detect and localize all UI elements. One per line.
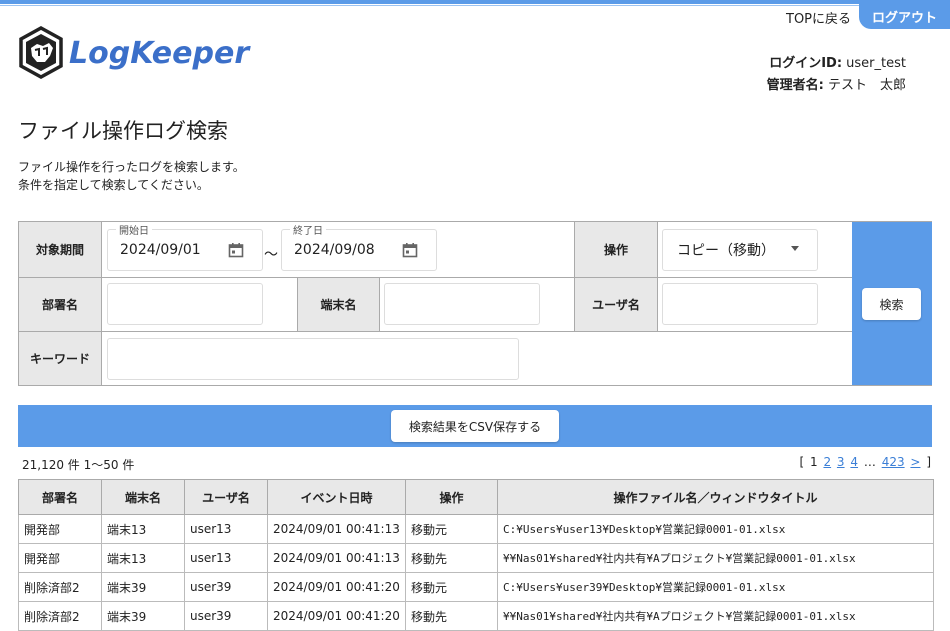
cell-operation: 移動先 bbox=[405, 601, 498, 631]
pager-last[interactable]: 423 bbox=[882, 455, 905, 469]
logo[interactable]: LogKeeper bbox=[17, 26, 317, 82]
cell-datetime: 2024/09/01 00:41:13 bbox=[267, 514, 406, 544]
operation-label: 操作 bbox=[574, 222, 658, 277]
table-row: 開発部 端末13 user13 2024/09/01 00:41:13 移動元 … bbox=[18, 514, 934, 544]
csv-save-button[interactable]: 検索結果をCSV保存する bbox=[391, 410, 559, 442]
cell-filename: ¥¥Nas01¥shared¥社内共有¥Aプロジェクト¥営業記録0001-01.… bbox=[497, 543, 934, 573]
cell-operation: 移動先 bbox=[405, 543, 498, 573]
col-header-terminal[interactable]: 端末名 bbox=[101, 479, 185, 515]
cell-dept: 開発部 bbox=[18, 514, 102, 544]
page-description: ファイル操作を行ったログを検索します。 条件を指定して検索してください。 bbox=[18, 158, 245, 194]
search-form: 対象期間 開始日 2024/09/01 ～ 終了日 2024/09/08 操作 … bbox=[18, 221, 932, 386]
description-line-2: 条件を指定して検索してください。 bbox=[18, 178, 209, 192]
login-info: ログインID: user_test 管理者名: テスト 太郎 bbox=[767, 53, 906, 97]
result-count: 21,120 件 1〜50 件 bbox=[22, 458, 135, 472]
cell-user: user39 bbox=[184, 601, 268, 631]
calendar-icon[interactable] bbox=[228, 242, 244, 258]
admin-name-value: テスト 太郎 bbox=[827, 78, 906, 93]
start-date-legend: 開始日 bbox=[116, 222, 152, 237]
cell-filename: ¥¥Nas01¥shared¥社内共有¥Aプロジェクト¥営業記録0001-01.… bbox=[497, 601, 934, 631]
col-header-datetime[interactable]: イベント日時 bbox=[267, 479, 406, 515]
terminal-input[interactable] bbox=[384, 283, 540, 325]
page-title: ファイル操作ログ検索 bbox=[18, 119, 228, 143]
cell-datetime: 2024/09/01 00:41:13 bbox=[267, 543, 406, 573]
col-header-user[interactable]: ユーザ名 bbox=[184, 479, 268, 515]
table-row: 削除済部2 端末39 user39 2024/09/01 00:41:20 移動… bbox=[18, 572, 934, 602]
row-divider bbox=[19, 331, 852, 332]
cell-datetime: 2024/09/01 00:41:20 bbox=[267, 601, 406, 631]
keyword-label: キーワード bbox=[19, 332, 102, 385]
col-header-filename[interactable]: 操作ファイル名／ウィンドウタイトル bbox=[497, 479, 934, 515]
chevron-down-icon bbox=[791, 246, 799, 251]
logout-button[interactable]: ログアウト bbox=[859, 4, 950, 29]
operation-select-value: コピー（移動） bbox=[677, 243, 775, 259]
col-header-operation[interactable]: 操作 bbox=[405, 479, 498, 515]
table-row: 開発部 端末13 user13 2024/09/01 00:41:13 移動先 … bbox=[18, 543, 934, 573]
login-id-label: ログインID: bbox=[769, 56, 843, 71]
cell-dept: 開発部 bbox=[18, 543, 102, 573]
start-date-input[interactable]: 開始日 2024/09/01 bbox=[107, 222, 263, 271]
cell-datetime: 2024/09/01 00:41:20 bbox=[267, 572, 406, 602]
table-row: 削除済部2 端末39 user39 2024/09/01 00:41:20 移動… bbox=[18, 601, 934, 631]
cell-operation: 移動元 bbox=[405, 514, 498, 544]
keyword-input[interactable] bbox=[107, 338, 519, 380]
results-table: 部署名 端末名 ユーザ名 イベント日時 操作 操作ファイル名／ウィンドウタイトル… bbox=[18, 479, 934, 631]
end-date-value: 2024/09/08 bbox=[294, 242, 375, 258]
top-accent-line-thin bbox=[0, 5, 950, 6]
pager-open: [ bbox=[799, 455, 805, 469]
col-header-dept[interactable]: 部署名 bbox=[18, 479, 102, 515]
pager-next[interactable]: > bbox=[910, 455, 920, 469]
pagination: [ 1 2 3 4 … 423 > ] bbox=[798, 455, 932, 469]
pager-current: 1 bbox=[809, 455, 818, 469]
login-id-value: user_test bbox=[846, 56, 906, 71]
brand-name: LogKeeper bbox=[69, 36, 251, 71]
terminal-label: 端末名 bbox=[297, 278, 380, 331]
cell-operation: 移動元 bbox=[405, 572, 498, 602]
cell-user: user13 bbox=[184, 514, 268, 544]
cell-terminal: 端末39 bbox=[101, 601, 185, 631]
cell-terminal: 端末39 bbox=[101, 572, 185, 602]
pager-close: ] bbox=[926, 455, 931, 469]
pager-page[interactable]: 3 bbox=[837, 455, 845, 469]
period-label: 対象期間 bbox=[19, 222, 102, 277]
end-date-input[interactable]: 終了日 2024/09/08 bbox=[281, 222, 437, 271]
cell-dept: 削除済部2 bbox=[18, 601, 102, 631]
cell-filename: C:¥Users¥user39¥Desktop¥営業記録0001-01.xlsx bbox=[497, 572, 934, 602]
range-separator: ～ bbox=[264, 247, 278, 263]
cell-user: user39 bbox=[184, 572, 268, 602]
start-date-value: 2024/09/01 bbox=[120, 242, 201, 258]
row-divider bbox=[19, 277, 852, 278]
cell-terminal: 端末13 bbox=[101, 514, 185, 544]
pager-ellipsis: … bbox=[863, 455, 876, 469]
operation-select[interactable]: コピー（移動） bbox=[662, 229, 818, 271]
dept-label: 部署名 bbox=[19, 278, 102, 331]
user-input[interactable] bbox=[662, 283, 818, 325]
search-panel: 検索 bbox=[852, 222, 932, 385]
search-button[interactable]: 検索 bbox=[862, 288, 921, 320]
top-link[interactable]: TOPに戻る bbox=[786, 8, 851, 27]
logo-icon: LogKeeper bbox=[19, 26, 251, 79]
description-line-1: ファイル操作を行ったログを検索します。 bbox=[18, 160, 245, 174]
user-label: ユーザ名 bbox=[574, 278, 658, 331]
table-header-row: 部署名 端末名 ユーザ名 イベント日時 操作 操作ファイル名／ウィンドウタイトル bbox=[18, 479, 934, 515]
cell-dept: 削除済部2 bbox=[18, 572, 102, 602]
pager-page[interactable]: 4 bbox=[850, 455, 858, 469]
cell-terminal: 端末13 bbox=[101, 543, 185, 573]
pager-page[interactable]: 2 bbox=[823, 455, 831, 469]
dept-input[interactable] bbox=[107, 283, 263, 325]
calendar-icon[interactable] bbox=[402, 242, 418, 258]
csv-bar: 検索結果をCSV保存する bbox=[18, 405, 932, 447]
cell-filename: C:¥Users¥user13¥Desktop¥営業記録0001-01.xlsx bbox=[497, 514, 934, 544]
end-date-legend: 終了日 bbox=[290, 222, 326, 237]
top-accent-line bbox=[0, 0, 950, 4]
cell-user: user13 bbox=[184, 543, 268, 573]
admin-name-label: 管理者名: bbox=[766, 78, 824, 93]
